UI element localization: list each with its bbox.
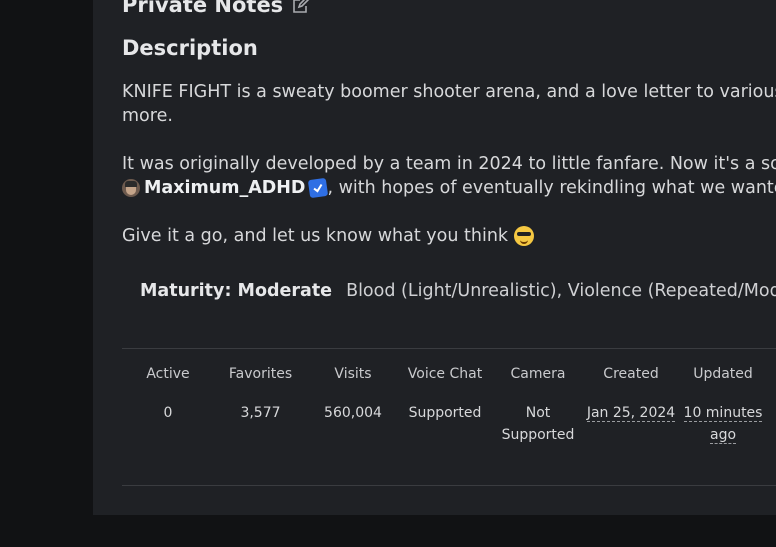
maturity-label: Maturity: Moderate xyxy=(140,281,333,301)
stats-divider-bottom xyxy=(122,485,776,486)
description-paragraph-1-cont: more. xyxy=(122,106,173,126)
verified-badge-icon xyxy=(308,177,329,199)
stat-value: Supported xyxy=(408,405,482,421)
description-paragraph-3: Give it a go, and let us know what you t… xyxy=(122,224,535,248)
maturity-descriptors: Blood (Light/Unrealistic), Violence (Rep… xyxy=(346,281,776,301)
stat-label: Camera xyxy=(510,366,566,382)
stat-label: Updated xyxy=(693,366,753,382)
stat-value: 3,577 xyxy=(240,405,281,421)
stat-value: Jan 25, 2024 xyxy=(586,402,676,424)
description-paragraph-2-cont: Maximum_ADHD , with hopes of eventually … xyxy=(122,176,776,200)
description-paragraph-2: It was originally developed by a team in… xyxy=(122,154,776,174)
stat-label: Created xyxy=(603,366,659,382)
created-date[interactable]: Jan 25, 2024 xyxy=(586,405,676,422)
stat-label: Voice Chat xyxy=(407,366,483,382)
stat-label: Active xyxy=(146,366,190,382)
bottom-background xyxy=(93,515,776,547)
stat-value: 10 minutes ago xyxy=(678,402,768,446)
left-background xyxy=(0,0,93,547)
stat-value-line-1: Not xyxy=(525,405,551,421)
updated-time-line-2[interactable]: ago xyxy=(709,427,737,444)
sunglasses-emoji-icon xyxy=(514,226,535,246)
stat-value: Not Supported xyxy=(493,402,583,446)
stat-value: 0 xyxy=(163,405,173,421)
creator-avatar[interactable] xyxy=(122,179,140,197)
maturity-row: Maturity: Moderate Blood (Light/Unrealis… xyxy=(140,281,776,301)
game-details-panel: Private Notes Description KNIFE FIGHT is… xyxy=(93,0,776,515)
description-paragraph-3-text: Give it a go, and let us know what you t… xyxy=(122,226,509,246)
description-title: Description xyxy=(122,36,258,60)
edit-icon[interactable] xyxy=(291,0,311,15)
stats-divider-top xyxy=(122,348,776,349)
updated-time-line-1[interactable]: 10 minutes xyxy=(683,405,763,422)
stat-label: Visits xyxy=(334,366,372,382)
panel-content: Private Notes Description KNIFE FIGHT is… xyxy=(93,0,776,515)
private-notes-title: Private Notes xyxy=(122,0,284,17)
stat-value: 560,004 xyxy=(324,405,382,421)
description-paragraph-2-rest: , with hopes of eventually rekindling wh… xyxy=(327,178,776,198)
description-paragraph-1: KNIFE FIGHT is a sweaty boomer shooter a… xyxy=(122,82,776,102)
creator-link[interactable]: Maximum_ADHD xyxy=(144,176,305,200)
stat-label: Favorites xyxy=(228,366,293,382)
stat-value-line-2: Supported xyxy=(501,427,575,443)
private-notes-header: Private Notes xyxy=(122,0,311,17)
